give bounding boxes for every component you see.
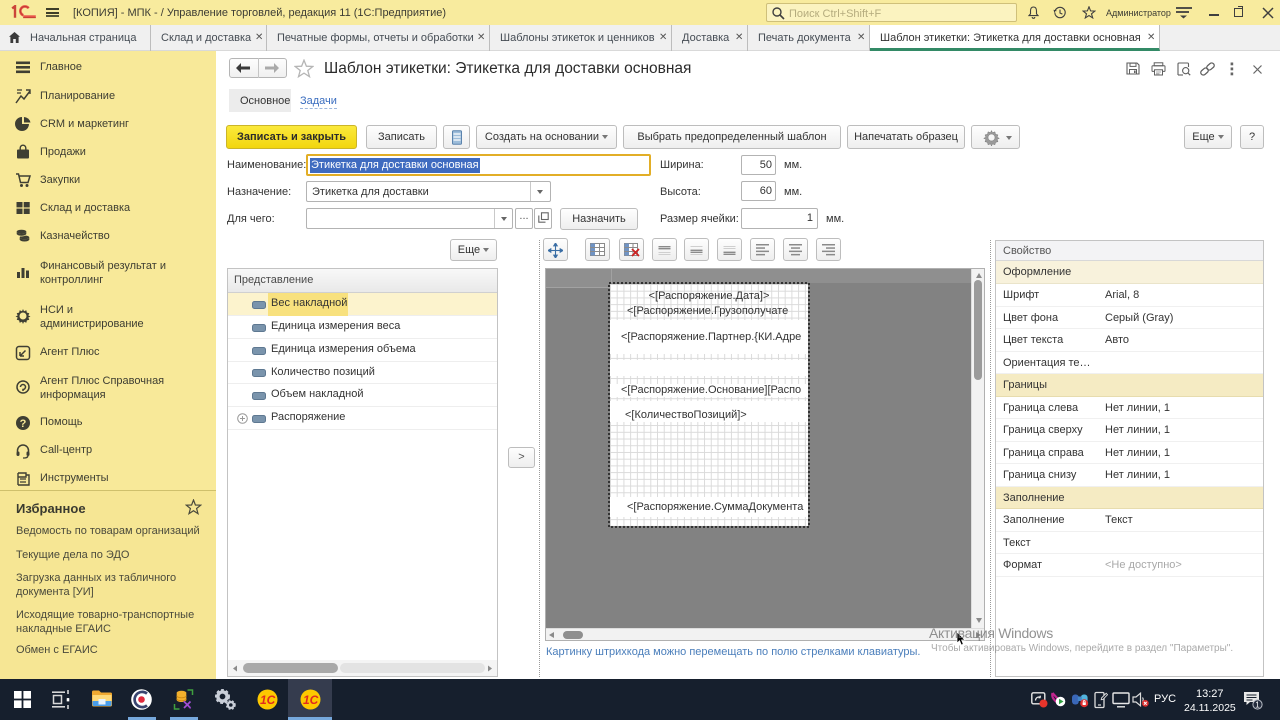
svg-text:1С: 1С bbox=[260, 693, 276, 707]
svg-text:1: 1 bbox=[1255, 701, 1260, 710]
svg-text:?: ? bbox=[20, 418, 27, 430]
svg-text:1С: 1С bbox=[303, 693, 319, 707]
